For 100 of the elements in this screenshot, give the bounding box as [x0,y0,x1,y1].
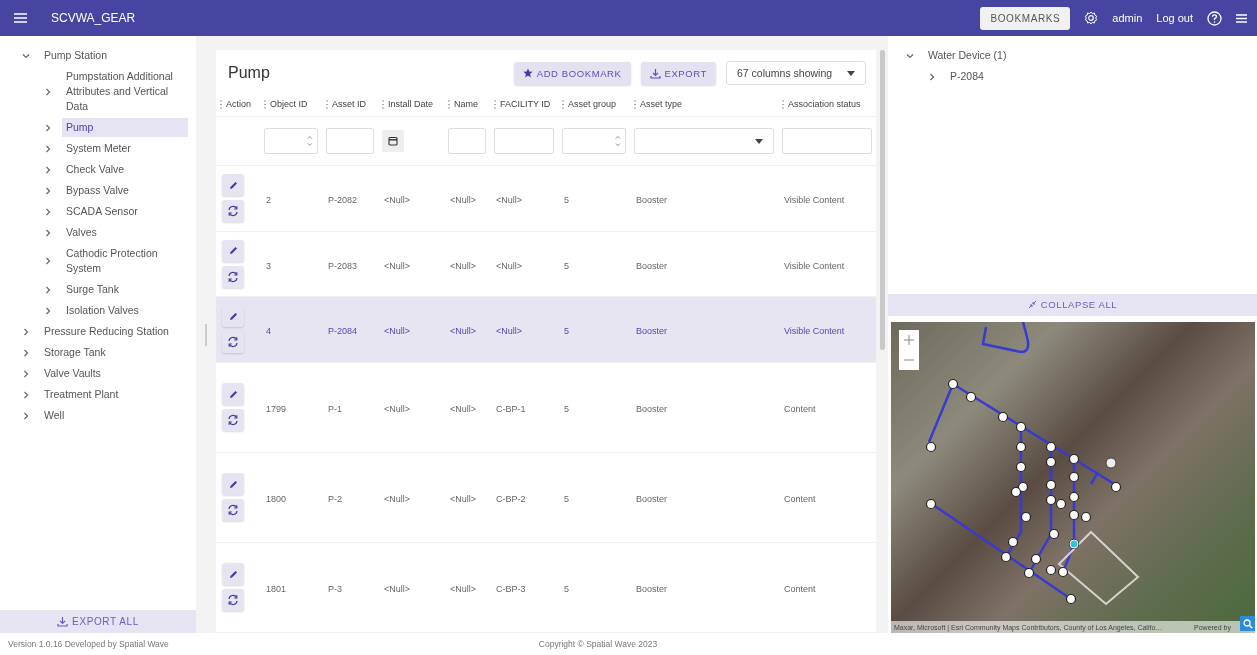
tree-item[interactable]: P-2084 [946,67,1247,86]
chevron-down-icon[interactable] [906,51,914,60]
chevron-down-icon[interactable] [22,51,30,60]
edit-button[interactable] [222,473,244,496]
menu-icon[interactable] [1236,13,1247,23]
column-header[interactable]: Asset type [640,99,683,109]
table-cell-text: <Null> [449,326,476,337]
chevron-right-icon[interactable] [44,306,52,315]
tree-item[interactable]: Well [40,406,188,425]
chevron-right-icon[interactable] [44,228,52,237]
column-header[interactable]: Action [226,99,251,109]
chevron-right-icon[interactable] [22,369,30,378]
tree-item[interactable]: SCADA Sensor [62,202,188,221]
help-icon[interactable] [1207,10,1222,26]
refresh-button[interactable] [222,409,244,432]
chevron-right-icon[interactable] [22,348,30,357]
tree-item[interactable]: Check Valve [62,160,188,179]
text-filter-field[interactable] [326,128,374,154]
chevron-right-icon[interactable] [44,285,52,294]
chevron-right-icon[interactable] [44,123,52,132]
table-row[interactable]: 1799 P-1 <Null> <Null> C-BP-1 5 Booster Content [216,362,876,453]
collapse-arrows-icon [1027,300,1037,310]
text-filter-field[interactable] [448,128,486,154]
chevron-right-icon[interactable] [44,144,52,153]
column-header[interactable]: Object ID [270,99,308,109]
chevron-right-icon[interactable] [22,411,30,420]
tree-item[interactable]: Valve Vaults [40,364,188,383]
table-row[interactable]: 4 P-2084 <Null> <Null> <Null> 5 Booster Visible Content [216,297,876,363]
tree-item[interactable]: Pump Station [40,46,188,65]
column-header[interactable]: Asset group [568,99,617,109]
table-row[interactable]: 1801 P-3 <Null> <Null> C-BP-3 5 Booster Content [216,542,876,633]
table-row[interactable]: 2 P-2082 <Null> <Null> <Null> 5 Booster Visible Content [216,166,876,232]
tree-item[interactable]: Pressure Reducing Station [40,322,188,341]
refresh-button[interactable] [222,499,244,522]
chevron-right-icon[interactable] [44,257,52,265]
tree-item[interactable]: Pumpstation Additional Attributes and Vertical Data [62,67,188,116]
version-text: Version 1.0.16 Developed by Spatial Wave [8,639,169,649]
edit-button[interactable] [222,563,244,586]
tree-item[interactable]: System Meter [62,139,188,158]
tree-item[interactable]: Pump [62,118,188,137]
table-cell-text: Booster [635,260,668,271]
collapse-all-button[interactable]: COLLAPSE ALL [888,293,1257,316]
add-bookmark-button[interactable]: ADD BOOKMARK [513,61,631,85]
text-filter-field[interactable] [494,128,554,154]
logout-link[interactable]: Log out [1156,12,1193,24]
column-header[interactable]: Name [454,99,478,109]
chevron-right-icon[interactable] [44,186,52,195]
tree-item[interactable]: Storage Tank [40,343,188,362]
text-filter-field[interactable] [782,128,872,154]
refresh-button[interactable] [222,589,244,612]
bookmarks-button[interactable]: BOOKMARKS [980,6,1071,30]
column-header[interactable]: Install Date [388,99,434,109]
chevron-right-icon[interactable] [22,327,30,336]
table-cell-text: Content [783,584,816,595]
edit-button[interactable] [222,383,244,406]
edit-button[interactable] [222,239,244,262]
column-header[interactable]: Association status [788,99,861,109]
table-row[interactable]: 1800 P-2 <Null> <Null> C-BP-2 5 Booster Content [216,452,876,543]
user-name[interactable]: admin [1112,12,1143,24]
tree-item[interactable]: Isolation Valves [62,301,188,320]
columns-select[interactable]: 67 columns showing [726,61,866,85]
refresh-icon [227,336,239,349]
zoom-search-button[interactable] [1240,616,1255,631]
refresh-button[interactable] [222,331,244,354]
scrollbar-thumb[interactable] [879,50,885,350]
table-cell-text: <Null> [383,260,410,271]
pencil-icon [228,389,238,399]
number-filter-field[interactable] [562,128,626,154]
table-cell-text: 5 [563,584,569,595]
export-all-button[interactable]: EXPORT ALL [0,610,196,633]
number-filter-field[interactable] [264,128,318,154]
tree-item[interactable]: Treatment Plant [40,385,188,404]
chevron-right-icon[interactable] [44,207,52,216]
select-filter-field[interactable] [634,128,774,154]
column-header[interactable]: FACILITY ID [500,99,551,109]
table-cell-text: <Null> [383,584,410,595]
tree-item[interactable]: Surge Tank [62,280,188,299]
chevron-right-icon[interactable] [928,72,936,81]
settings-icon[interactable] [1084,11,1099,25]
edit-button[interactable] [222,174,244,197]
table-cell-text: 5 [563,195,569,206]
tree-item[interactable]: Bypass Valve [62,181,188,200]
table-cell-text: 1800 [265,494,287,505]
refresh-button[interactable] [222,200,244,223]
chevron-right-icon[interactable] [44,87,52,96]
tree-item[interactable]: Cathodic Protection System [62,244,188,278]
chevron-right-icon[interactable] [44,165,52,174]
refresh-button[interactable] [222,265,244,288]
export-button[interactable]: EXPORT [640,61,716,85]
menu-icon[interactable] [14,13,27,23]
table-cell-text: <Null> [383,494,410,505]
column-header[interactable]: Asset ID [332,99,366,109]
edit-button[interactable] [222,305,244,328]
chevron-right-icon[interactable] [22,390,30,399]
resize-handle[interactable] [205,323,207,346]
tree-item[interactable]: Water Device (1) [924,46,1247,65]
tree-item[interactable]: Valves [62,223,188,242]
plus-icon [904,334,914,345]
table-cell-text: <Null> [383,195,410,206]
date-picker-button[interactable] [382,130,404,152]
